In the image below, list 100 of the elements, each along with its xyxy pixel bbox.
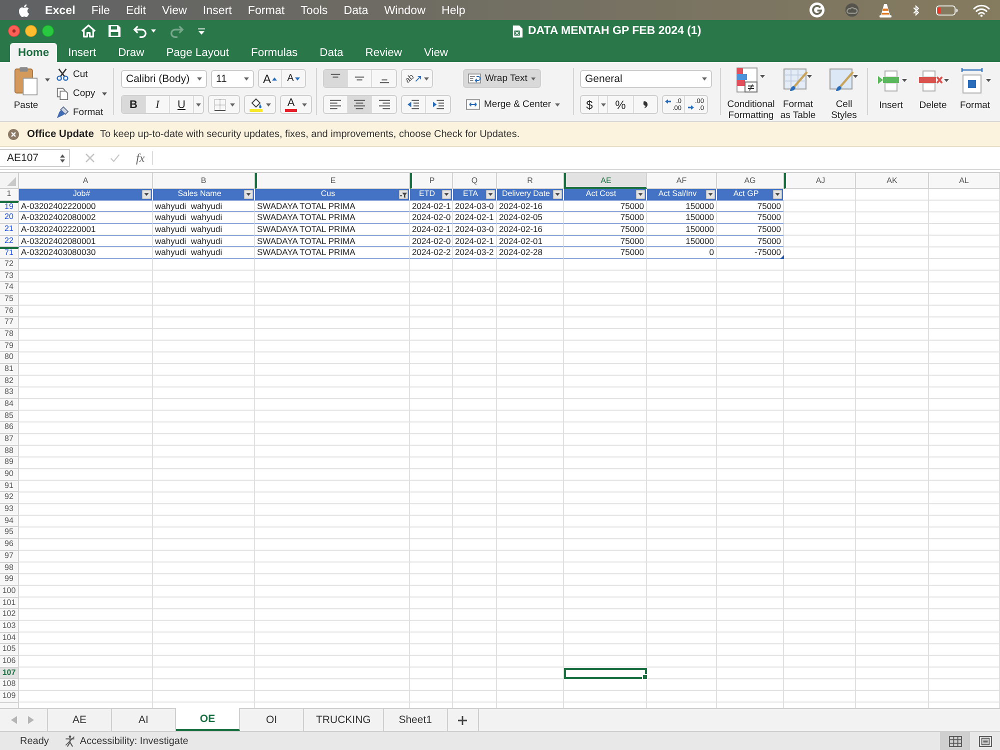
row-number[interactable]: 20 [0,212,19,224]
name-box[interactable]: AE107 [0,149,70,167]
number-format-dropdown[interactable]: General [580,70,712,88]
row-number[interactable]: 97 [0,550,19,562]
row-number[interactable]: 71 [0,247,19,260]
row-number[interactable]: 88 [0,446,19,458]
undo-icon[interactable] [133,24,148,38]
cell-styles-button[interactable]: Cell Styles [823,67,865,121]
row-number[interactable]: 22 [0,236,19,248]
conditional-formatting-button[interactable]: Conditional Formatting [729,67,773,121]
percent-button[interactable]: % [608,96,634,113]
ribbon-tab[interactable]: Formulas [240,43,309,62]
menu-item[interactable]: Insert [202,4,232,16]
row-number[interactable]: 107 [0,668,19,680]
minimize-window-icon[interactable] [25,25,37,37]
row-number[interactable]: 103 [0,620,19,633]
ribbon-tab[interactable]: Review [354,43,413,62]
dropdown-arrow-icon[interactable] [553,190,562,199]
column-header[interactable]: A [19,173,153,189]
row-number[interactable]: 105 [0,644,19,656]
menu-item[interactable]: Format [248,4,285,16]
row-number[interactable]: 93 [0,504,19,516]
font-color-button[interactable]: A [280,95,312,114]
close-window-icon[interactable] [8,25,20,37]
column-header[interactable]: AE [564,173,647,189]
battery-icon[interactable] [936,4,958,16]
ribbon-tab[interactable]: Home [10,43,58,62]
insert-function-button[interactable]: fx [136,150,145,166]
row-number[interactable]: 76 [0,306,19,318]
paste-button[interactable]: Paste [8,66,44,111]
row-number[interactable]: 73 [0,270,19,282]
row-number[interactable]: 85 [0,410,19,422]
row-number[interactable]: 75 [0,294,19,306]
menu-item[interactable]: Window [384,4,426,16]
row-number[interactable]: 83 [0,387,19,400]
column-header[interactable]: AG [717,173,784,189]
row-number[interactable]: 92 [0,492,19,504]
row-number[interactable]: 98 [0,562,19,574]
fill-color-button[interactable] [244,95,276,114]
row-number[interactable]: 95 [0,527,19,540]
table-resize-handle-icon[interactable] [780,254,784,259]
row-number[interactable]: 90 [0,469,19,481]
caret-icon[interactable] [151,29,156,33]
format-as-table-button[interactable]: Format as Table [777,67,819,121]
menu-item[interactable]: Help [441,4,466,16]
underline-button[interactable]: U [170,96,194,113]
row-number[interactable]: 106 [0,656,19,668]
save-icon[interactable] [107,24,122,38]
traffic-cone-icon[interactable] [879,2,892,18]
column-header[interactable]: AJ [784,173,856,189]
close-circle-icon[interactable] [8,128,19,140]
insert-cells-button[interactable]: Insert [873,67,909,121]
row-number[interactable]: 77 [0,317,19,330]
ribbon-tab[interactable]: Page Layout [155,43,240,62]
apple-logo-icon[interactable] [17,2,30,18]
dropdown-arrow-icon[interactable] [142,190,151,199]
row-number[interactable]: 82 [0,376,19,388]
dropdown-arrow-icon[interactable] [244,190,253,199]
row-number[interactable]: 72 [0,259,19,271]
menu-item[interactable]: Data [344,4,368,16]
row-number[interactable]: 78 [0,329,19,341]
row-number[interactable]: 84 [0,399,19,411]
copy-button[interactable]: Copy [56,85,108,102]
shrink-font-button[interactable]: A [282,70,305,87]
font-name-dropdown[interactable]: Calibri (Body) [121,70,207,88]
row-number[interactable]: 87 [0,434,19,446]
ribbon-tab[interactable]: Data [308,43,354,62]
row-number[interactable]: 19 [0,200,19,212]
row-number[interactable]: 94 [0,516,19,528]
dropdown-arrow-icon[interactable] [442,190,451,199]
menu-item[interactable]: Tools [300,4,328,16]
accessibility-button[interactable]: Accessibility: Investigate [64,735,188,747]
row-number[interactable]: 100 [0,586,19,598]
column-header[interactable]: AK [856,173,929,189]
font-size-dropdown[interactable]: 11 [211,70,254,88]
row-number[interactable]: 109 [0,690,19,703]
format-cells-button[interactable]: Format [957,67,993,121]
row-number[interactable]: 91 [0,480,19,492]
row-number[interactable]: 104 [0,632,19,644]
row-number[interactable]: 96 [0,539,19,551]
selected-cell[interactable] [564,668,647,680]
dropdown-arrow-icon[interactable] [773,190,782,199]
menu-item[interactable]: View [162,4,187,16]
bluetooth-icon[interactable] [912,4,920,16]
menu-item[interactable]: Edit [126,4,146,16]
format-painter-button[interactable]: Format [56,104,108,121]
row-number[interactable]: 74 [0,282,19,294]
column-header[interactable]: AL [929,173,1000,189]
column-header[interactable]: P [410,173,453,189]
row-number[interactable]: 89 [0,457,19,470]
ribbon-tab[interactable]: Insert [57,43,108,62]
row-number[interactable]: 102 [0,609,19,621]
borders-button[interactable] [208,95,240,114]
checkmark-icon[interactable] [110,153,120,163]
row-number[interactable]: 1 [0,189,19,201]
cloud-circle-icon[interactable] [844,2,860,18]
dropdown-arrow-icon[interactable] [636,190,645,199]
ribbon-tab[interactable]: Draw [107,43,156,62]
wrap-text-button[interactable]: Wrap Text [463,69,541,88]
align-top-button[interactable] [324,70,348,87]
